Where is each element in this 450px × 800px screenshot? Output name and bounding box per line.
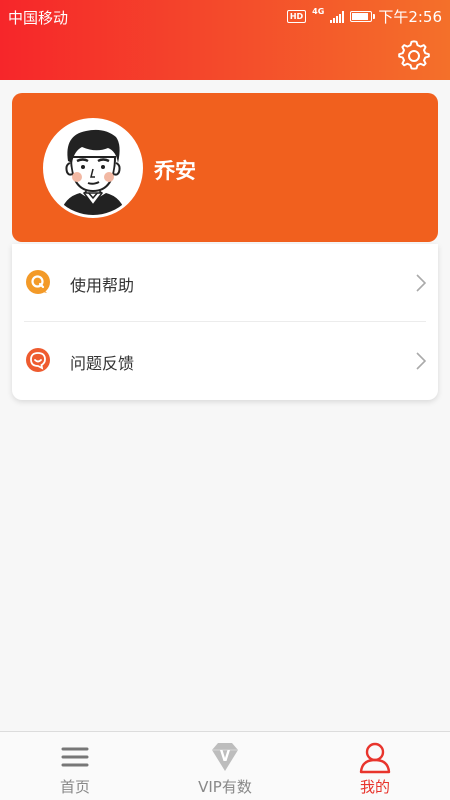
tab-home[interactable]: 首页 xyxy=(0,732,150,800)
menu-item-help[interactable]: 使用帮助 xyxy=(12,244,438,322)
menu-card: 使用帮助 问题反馈 xyxy=(12,244,438,400)
username: 乔安 xyxy=(154,159,196,183)
menu-item-label: 问题反馈 xyxy=(70,354,135,373)
hd-badge: HD xyxy=(286,10,307,23)
network-type: 4G xyxy=(312,7,325,16)
chevron-right-icon xyxy=(416,274,426,292)
menu-lines-icon xyxy=(61,747,89,767)
person-icon xyxy=(359,742,391,774)
tab-label: 我的 xyxy=(359,778,390,796)
status-bar: 中国移动 HD 4G 下午2:56 xyxy=(0,0,450,32)
vip-diamond-icon xyxy=(212,743,238,771)
chevron-right-icon xyxy=(416,352,426,370)
tab-mine[interactable]: 我的 xyxy=(300,732,450,800)
clock: 下午2:56 xyxy=(378,8,442,26)
carrier-name: 中国移动 xyxy=(8,9,69,27)
menu-item-label: 使用帮助 xyxy=(70,276,135,295)
top-header: 中国移动 HD 4G 下午2:56 xyxy=(0,0,450,80)
tab-vip[interactable]: VIP有数 xyxy=(150,732,300,800)
help-q-icon xyxy=(26,270,50,294)
avatar[interactable] xyxy=(43,118,143,218)
tab-label: VIP有数 xyxy=(198,778,252,796)
bottom-tab-bar: 首页 VIP有数 我的 xyxy=(0,731,450,800)
profile-card[interactable]: 乔安 xyxy=(12,93,438,242)
user-avatar-icon xyxy=(46,121,140,215)
settings-button[interactable] xyxy=(398,40,430,72)
tab-label: 首页 xyxy=(59,778,90,796)
signal-icon xyxy=(330,10,345,23)
menu-item-feedback[interactable]: 问题反馈 xyxy=(12,322,438,400)
feedback-smile-icon xyxy=(26,348,50,372)
gear-icon xyxy=(398,40,430,70)
status-indicators: HD 4G 下午2:56 xyxy=(286,6,442,27)
battery-icon xyxy=(350,11,376,22)
